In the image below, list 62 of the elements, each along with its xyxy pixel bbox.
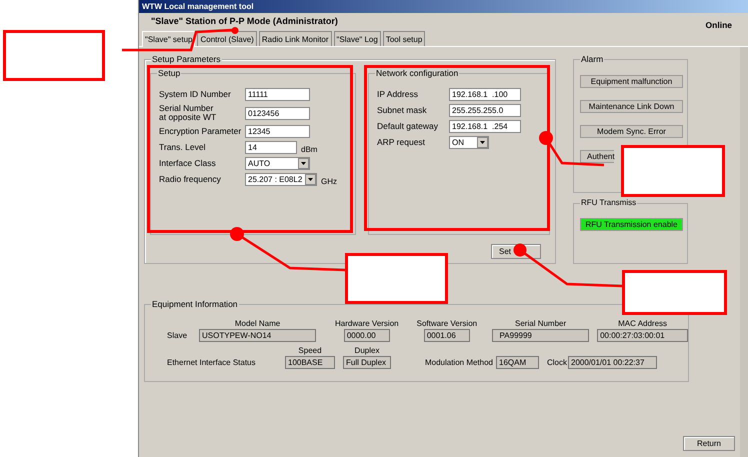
group-title: RFU Transmiss bbox=[580, 198, 638, 207]
column-header: Hardware Version bbox=[335, 319, 399, 328]
return-button[interactable]: Return bbox=[683, 436, 735, 451]
tab[interactable]: Tool setup bbox=[382, 31, 426, 46]
input-field[interactable]: 192.168.1 .100 bbox=[449, 88, 521, 101]
alarm-button[interactable]: Equipment malfunction bbox=[580, 75, 683, 88]
tab[interactable]: Radio Link Monitor bbox=[258, 31, 332, 46]
field-label: ARP request bbox=[377, 138, 426, 147]
group-title: Equipment Information bbox=[151, 299, 239, 309]
station-title: "Slave" Station of P-P Mode (Administrator) bbox=[151, 16, 338, 26]
readonly-field: 16QAM bbox=[496, 356, 539, 369]
row-label: Slave bbox=[167, 331, 188, 340]
dropdown[interactable]: AUTO bbox=[245, 157, 310, 170]
alarm-button[interactable]: Modem Sync. Error bbox=[580, 125, 683, 138]
window-title: WTW Local management tool bbox=[139, 0, 748, 13]
input-field[interactable]: 255.255.255.0 bbox=[449, 104, 521, 117]
group-title: Alarm bbox=[580, 54, 604, 64]
alarm-button[interactable]: Authent bbox=[580, 150, 614, 163]
column-header: Duplex bbox=[354, 346, 380, 355]
readonly-field: 100BASE bbox=[285, 356, 335, 369]
readonly-field: USOTYPEW-NO14 bbox=[199, 329, 316, 342]
field-label: Default gateway bbox=[377, 122, 439, 131]
tab[interactable]: "Slave" setup bbox=[142, 31, 196, 47]
row-label: Ethernet Interface Status bbox=[167, 358, 256, 367]
input-field[interactable]: 14 bbox=[245, 141, 297, 154]
dropdown[interactable]: 25.207 : E08L2 bbox=[245, 173, 317, 186]
column-header: MAC Address bbox=[618, 319, 668, 328]
status-text: Online bbox=[706, 20, 732, 30]
field-label: Interface Class bbox=[159, 159, 217, 168]
field-label: Trans. Level bbox=[159, 143, 206, 152]
field-label: Modulation Method bbox=[424, 358, 493, 367]
column-header: Speed bbox=[298, 346, 322, 355]
readonly-field: 2000/01/01 00:22:37 bbox=[568, 356, 657, 369]
field-label: Subnet mask bbox=[377, 106, 428, 115]
tab[interactable]: "Slave" Log bbox=[334, 31, 381, 46]
dropdown[interactable]: ON bbox=[449, 136, 489, 149]
readonly-field: PA99999 bbox=[492, 329, 590, 342]
alarm-button[interactable]: Maintenance Link Down bbox=[580, 100, 683, 113]
readonly-field: 0001.06 bbox=[424, 329, 470, 342]
group-title: Setup Parameters bbox=[151, 54, 222, 64]
tab[interactable]: Control (Slave) bbox=[197, 31, 257, 46]
field-label: Clock bbox=[547, 358, 565, 367]
readonly-field: 00:00:27:03:00:01 bbox=[597, 329, 688, 342]
input-field[interactable]: 12345 bbox=[245, 125, 310, 138]
column-header: Software Version bbox=[416, 319, 478, 328]
field-label: Serial Number at opposite WT bbox=[159, 104, 218, 122]
field-label: Radio frequency bbox=[159, 175, 222, 184]
group-title: Setup bbox=[157, 68, 182, 78]
field-label: System ID Number bbox=[159, 90, 232, 99]
unit-label: dBm bbox=[301, 145, 318, 154]
readonly-field: 0000.00 bbox=[344, 329, 390, 342]
group-title: Network configuration bbox=[375, 68, 460, 78]
column-header: Serial Number bbox=[515, 319, 566, 328]
readonly-field: Full Duplex bbox=[343, 356, 391, 369]
column-header: Model Name bbox=[234, 319, 280, 328]
rfu-button[interactable]: RFU Transmission enable bbox=[580, 218, 683, 231]
unit-label: GHz bbox=[321, 177, 337, 186]
input-field[interactable]: 0123456 bbox=[245, 106, 310, 120]
field-label: Encryption Parameter bbox=[159, 127, 242, 136]
input-field[interactable]: 192.168.1 .254 bbox=[449, 120, 521, 133]
field-label: IP Address bbox=[377, 90, 419, 99]
input-field[interactable]: 11111 bbox=[245, 88, 310, 101]
